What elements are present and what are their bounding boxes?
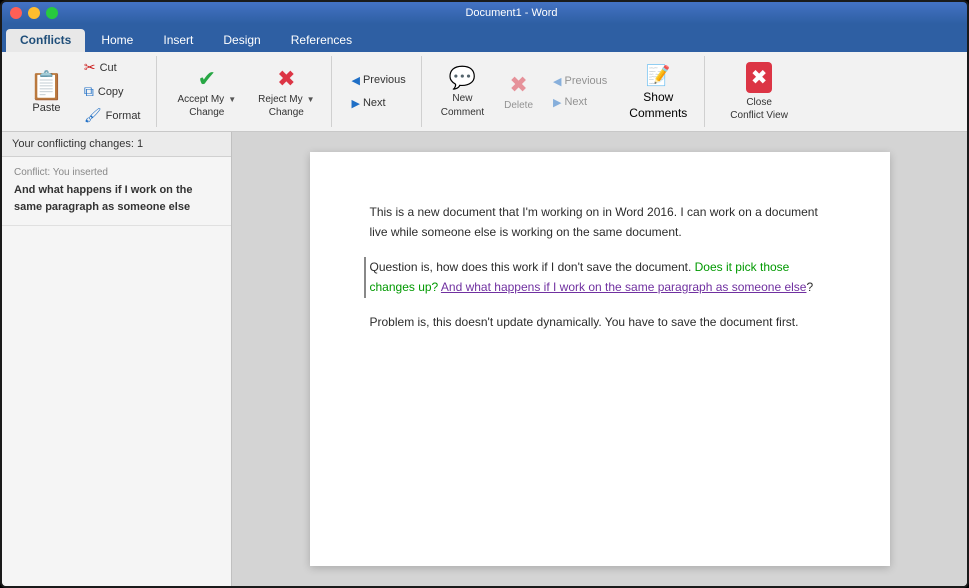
reject-change-button[interactable]: ✖ Reject My ▼ Change (249, 61, 323, 123)
app-window: Document1 - Word Conflicts Home Insert D… (0, 0, 969, 588)
para2-text: Question is, how does this work if I don… (370, 257, 830, 298)
document-area[interactable]: This is a new document that I'm working … (232, 132, 967, 586)
next-comment-button[interactable]: ▶ Next (546, 93, 614, 112)
accept-icon: ✔ (198, 66, 216, 92)
document-page: This is a new document that I'm working … (310, 152, 890, 566)
prev-comment-icon: ◀ (553, 75, 561, 88)
paste-icon: 📋 (29, 69, 64, 102)
conflicts-header: Your conflicting changes: 1 (2, 132, 231, 157)
copy-label: Copy (98, 86, 124, 98)
minimize-window-dot[interactable] (28, 7, 40, 19)
para3-text: Problem is, this doesn't update dynamica… (370, 312, 830, 332)
close-conflict-label: Conflict View (730, 110, 788, 121)
comment-nav-group: ◀ Previous ▶ Next (546, 72, 614, 112)
clipboard-small-btns: ✂ Cut ⧉ Copy 🖌 Format (77, 56, 148, 127)
paste-label: Paste (32, 102, 60, 114)
conflict-text: And what happens if I work on the same p… (14, 182, 219, 215)
prev-change-label: Previous (363, 74, 406, 86)
prev-comment-button[interactable]: ◀ Previous (546, 72, 614, 91)
accept-label: Accept My (178, 94, 225, 105)
delete-comment-button[interactable]: ✖ Delete (497, 67, 540, 117)
accept-label2: Change (189, 107, 224, 118)
format-button[interactable]: 🖌 Format (77, 104, 148, 127)
new-comment-icon: 💬 (449, 65, 476, 91)
accept-change-button[interactable]: ✔ Accept My ▼ Change (169, 61, 246, 123)
new-comment-button[interactable]: 💬 New Comment (434, 60, 491, 124)
paragraph-3: Problem is, this doesn't update dynamica… (370, 312, 830, 332)
maximize-window-dot[interactable] (46, 7, 58, 19)
conflict-type: Conflict: You inserted (14, 167, 219, 178)
next-change-label: Next (363, 97, 386, 109)
show-comments-icon: 📝 (646, 63, 671, 88)
main-content: Your conflicting changes: 1 Conflict: Yo… (2, 132, 967, 586)
tab-references[interactable]: References (277, 29, 366, 52)
tab-home[interactable]: Home (87, 29, 147, 52)
format-painter-icon: 🖌 (84, 107, 102, 124)
conflict-item[interactable]: Conflict: You inserted And what happens … (2, 157, 231, 226)
delete-label: Delete (504, 100, 533, 112)
ribbon-tabs-bar: Conflicts Home Insert Design References (2, 24, 967, 52)
paragraph-2: Question is, how does this work if I don… (364, 257, 830, 298)
reject-icon: ✖ (277, 66, 295, 92)
reject-dropdown-arrow: ▼ (307, 95, 315, 104)
tab-insert[interactable]: Insert (149, 29, 207, 52)
paragraph-1: This is a new document that I'm working … (370, 202, 830, 243)
next-change-icon: ▶ (351, 97, 359, 110)
prev-comment-label: Previous (564, 75, 607, 87)
ribbon-toolbar: 📋 Paste ✂ Cut ⧉ Copy 🖌 Format (2, 52, 967, 132)
new-comment-label: Comment (441, 107, 484, 119)
next-comment-label: Next (564, 96, 587, 108)
next-change-button[interactable]: ▶ Next (344, 94, 412, 113)
para2-part5: ? (806, 280, 813, 294)
prev-change-icon: ◀ (351, 74, 359, 87)
reject-label2: Change (269, 107, 304, 118)
changes-group: ✔ Accept My ▼ Change ✖ Reject My ▼ Chang… (161, 56, 333, 127)
delete-icon: ✖ (509, 72, 527, 98)
reject-label: Reject My (258, 94, 302, 105)
accept-dropdown-arrow: ▼ (228, 95, 236, 104)
show-comments-button[interactable]: 📝 Show Comments (620, 58, 696, 125)
copy-icon: ⧉ (84, 83, 94, 100)
close-conflict-icon: ✖ (746, 62, 773, 93)
cut-button[interactable]: ✂ Cut (77, 56, 148, 79)
comments-group: 💬 New Comment ✖ Delete ◀ Previous ▶ Next (426, 56, 706, 127)
window-title: Document1 - Word (64, 7, 959, 19)
prev-change-button[interactable]: ◀ Previous (344, 71, 412, 90)
cut-label: Cut (100, 62, 117, 74)
tab-design[interactable]: Design (209, 29, 274, 52)
cut-icon: ✂ (84, 59, 96, 76)
show-comments-label: Comments (629, 106, 687, 120)
next-comment-icon: ▶ (553, 96, 561, 109)
copy-button[interactable]: ⧉ Copy (77, 80, 148, 103)
close-conflict-group: ✖ Close Conflict View (709, 56, 809, 127)
clipboard-group: 📋 Paste ✂ Cut ⧉ Copy 🖌 Format (10, 56, 157, 127)
title-bar: Document1 - Word (2, 2, 967, 24)
close-conflict-view-button[interactable]: ✖ Close Conflict View (717, 57, 801, 126)
para1-text: This is a new document that I'm working … (370, 202, 830, 243)
para2-part1: Question is, how does this work if I don… (370, 260, 695, 274)
conflicts-panel: Your conflicting changes: 1 Conflict: Yo… (2, 132, 232, 586)
close-window-dot[interactable] (10, 7, 22, 19)
tab-conflicts[interactable]: Conflicts (6, 29, 85, 52)
paste-button[interactable]: 📋 Paste (18, 63, 75, 121)
para2-part4-purple: And what happens if I work on the same p… (441, 280, 807, 294)
format-label: Format (106, 110, 141, 122)
navigate-changes-group: ◀ Previous ▶ Next (336, 56, 421, 127)
